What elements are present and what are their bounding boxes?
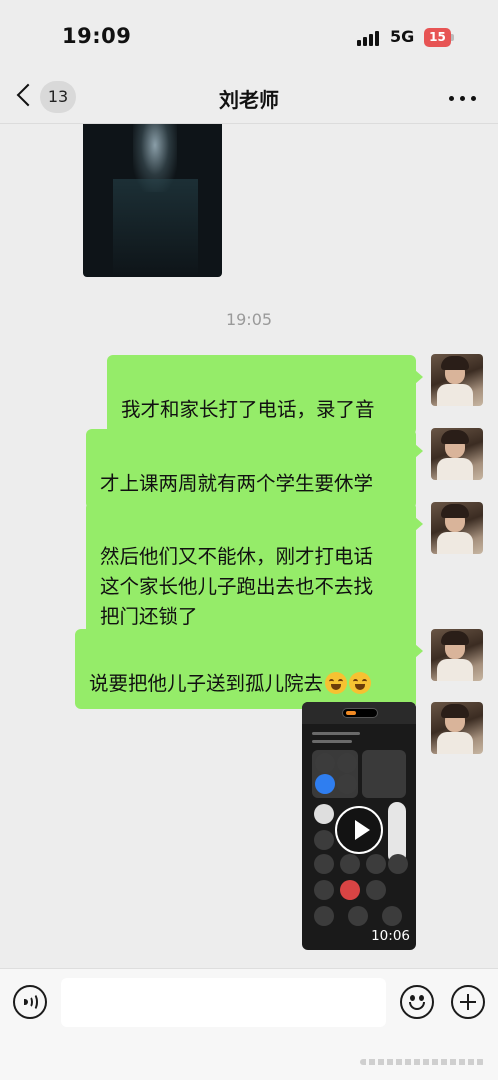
- message-bubble[interactable]: 说要把他儿子送到孤儿院去: [75, 629, 423, 709]
- avatar[interactable]: [431, 428, 483, 480]
- status-bar: 19:09 5G 15: [0, 0, 498, 72]
- more-button[interactable]: [446, 88, 480, 108]
- image-message[interactable]: [83, 124, 222, 277]
- message-timestamp: 19:05: [225, 310, 273, 329]
- unread-count-badge: 13: [40, 81, 76, 113]
- input-bar: [0, 968, 498, 1080]
- avatar[interactable]: [431, 702, 483, 754]
- video-duration: 10:06: [371, 928, 410, 944]
- laugh-cry-emoji: [349, 672, 372, 694]
- message-bubble[interactable]: 才上课两周就有两个学生要休学: [86, 429, 423, 509]
- more-dots-icon: [449, 96, 454, 101]
- avatar[interactable]: [431, 354, 483, 406]
- voice-button[interactable]: [13, 985, 47, 1019]
- network-type: 5G: [390, 27, 415, 46]
- battery-icon: 15: [424, 28, 454, 47]
- message-text: 说要把他儿子送到孤儿院去: [89, 672, 324, 695]
- laugh-cry-emoji: [325, 672, 348, 694]
- message-bubble[interactable]: 我才和家长打了电话，录了音: [107, 355, 423, 435]
- play-icon[interactable]: [335, 806, 383, 854]
- status-time: 19:09: [62, 24, 132, 48]
- chat-header: 13 刘老师: [0, 72, 498, 124]
- message-input[interactable]: [61, 978, 386, 1027]
- signal-icon: [357, 30, 383, 46]
- message-bubble[interactable]: 然后他们又不能休，刚才打电话 这个家长他儿子跑出去也不去找 把门还锁了: [86, 502, 423, 642]
- emoji-button[interactable]: [400, 985, 434, 1019]
- back-button[interactable]: 13: [14, 78, 84, 118]
- home-indicator: [360, 1059, 485, 1065]
- message-text: 我才和家长打了电话，录了音: [121, 398, 375, 421]
- battery-level: 15: [424, 28, 451, 47]
- video-message[interactable]: 10:06: [302, 702, 416, 950]
- message-list[interactable]: 19:05 我才和家长打了电话，录了音 才上课两周就有两个学生要休学 然后他们又…: [0, 124, 498, 968]
- avatar[interactable]: [431, 502, 483, 554]
- message-text: 然后他们又不能休，刚才打电话 这个家长他儿子跑出去也不去找 把门还锁了: [100, 545, 374, 628]
- message-text: 才上课两周就有两个学生要休学: [100, 472, 374, 495]
- chevron-left-icon: [16, 83, 40, 107]
- more-functions-button[interactable]: [451, 985, 485, 1019]
- avatar[interactable]: [431, 629, 483, 681]
